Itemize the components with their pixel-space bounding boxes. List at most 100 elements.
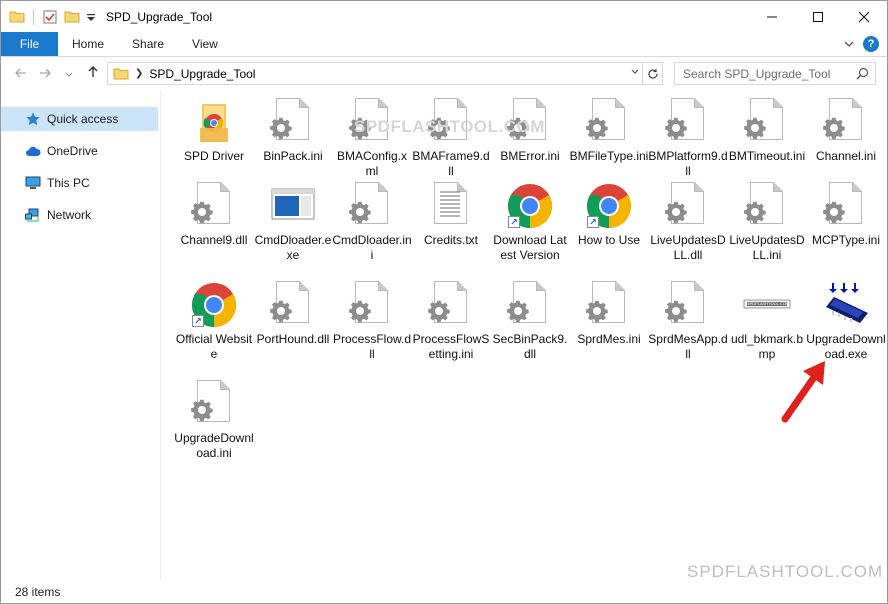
nav-item-onedrive[interactable]: OneDrive xyxy=(1,139,158,163)
toolbar-divider xyxy=(33,8,34,25)
gear-icon xyxy=(665,300,687,323)
file-name: LiveUpdatesDLL.dll xyxy=(650,233,726,262)
file-item[interactable]: UpgradeDownload.ini xyxy=(174,380,254,461)
star-icon xyxy=(25,111,41,127)
settings-file-icon xyxy=(348,182,396,230)
expand-ribbon-icon[interactable] xyxy=(843,38,855,50)
shortcut-arrow-icon: ↗ xyxy=(192,315,204,327)
settings-file-icon xyxy=(743,182,791,230)
settings-file-icon xyxy=(190,182,238,230)
gear-icon xyxy=(744,201,766,224)
address-dropdown-icon[interactable] xyxy=(630,66,640,79)
app-window-icon xyxy=(269,182,317,230)
refresh-icon[interactable] xyxy=(642,63,662,84)
file-item[interactable]: ProcessFlowSetting.ini xyxy=(411,281,491,362)
properties-icon[interactable] xyxy=(42,9,58,25)
file-name: SprdMes.ini xyxy=(577,332,641,346)
up-button[interactable] xyxy=(83,65,103,83)
address-bar[interactable]: ❯ SPD_Upgrade_Tool xyxy=(107,62,663,85)
file-item[interactable]: PortHound.dll xyxy=(253,281,333,347)
file-item[interactable]: LiveUpdatesDLL.ini xyxy=(727,182,807,263)
nav-item-quick-access[interactable]: Quick access xyxy=(1,107,158,131)
forward-button[interactable] xyxy=(35,66,55,83)
file-item[interactable]: BMPlatform9.dll xyxy=(648,98,728,179)
tab-file[interactable]: File xyxy=(1,32,58,56)
chevron-down-icon xyxy=(65,72,73,77)
settings-file-icon xyxy=(506,281,554,329)
file-name: BMAFrame9.dll xyxy=(412,149,490,178)
folder-icon xyxy=(200,104,228,142)
file-name: PortHound.dll xyxy=(256,332,330,346)
new-folder-icon[interactable] xyxy=(64,9,80,25)
file-item[interactable]: BinPack.ini xyxy=(253,98,333,164)
search-icon xyxy=(856,67,869,80)
file-name: BMFileType.ini xyxy=(569,149,649,163)
breadcrumb-current[interactable]: SPD_Upgrade_Tool xyxy=(149,67,255,81)
file-item[interactable]: ↗ Official Website xyxy=(174,281,254,362)
nav-item-label: Network xyxy=(47,208,92,222)
file-item[interactable]: ↗ Download Latest Version xyxy=(490,182,570,263)
settings-file-icon xyxy=(269,281,317,329)
recent-locations-button[interactable] xyxy=(59,66,79,82)
nav-item-label: Quick access xyxy=(47,112,119,126)
chrome-shortcut-icon: ↗ xyxy=(585,182,633,230)
search-box[interactable] xyxy=(674,62,876,85)
watermark-corner-text: SPDFLASHTOOL.COM xyxy=(687,562,884,581)
settings-file-icon xyxy=(664,281,712,329)
file-item[interactable]: BMAConfig.xml xyxy=(332,98,412,179)
quick-access-toolbar xyxy=(9,8,96,25)
file-item[interactable]: Channel9.dll xyxy=(174,182,254,248)
nav-item-label: This PC xyxy=(47,176,90,190)
gear-icon xyxy=(665,117,687,140)
gear-icon xyxy=(823,201,845,224)
file-name: BinPack.ini xyxy=(263,149,323,163)
help-icon[interactable]: ? xyxy=(863,36,879,52)
search-input[interactable] xyxy=(683,66,853,81)
file-item[interactable]: MCPType.ini xyxy=(806,182,886,248)
settings-file-icon xyxy=(348,281,396,329)
app-window-icon xyxy=(271,188,315,220)
gear-icon xyxy=(428,300,450,323)
file-item[interactable]: CmdDloader.ini xyxy=(332,182,412,263)
tab-share[interactable]: Share xyxy=(118,32,178,56)
back-button[interactable] xyxy=(11,66,31,83)
file-item[interactable]: UpgradeDownload.exe xyxy=(806,281,886,362)
file-item[interactable]: ↗ How to Use xyxy=(569,182,649,248)
tab-home[interactable]: Home xyxy=(58,32,118,56)
settings-file-icon xyxy=(743,98,791,146)
tab-view[interactable]: View xyxy=(178,32,232,56)
upgrade-chip-icon xyxy=(826,283,868,323)
network-icon xyxy=(25,207,41,223)
file-item[interactable]: ProcessFlow.dll xyxy=(332,281,412,362)
file-item[interactable]: BMAFrame9.dll xyxy=(411,98,491,179)
navigation-bar: ❯ SPD_Upgrade_Tool xyxy=(1,58,887,90)
close-button[interactable] xyxy=(841,1,887,32)
settings-file-icon xyxy=(585,98,633,146)
file-item[interactable]: SPDFLASHTOOL.COM udl_bkmark.bmp xyxy=(727,281,807,362)
file-item[interactable]: SPD Driver xyxy=(174,98,254,164)
upgrade-chip-icon xyxy=(822,281,870,329)
file-item[interactable]: Credits.txt xyxy=(411,182,491,248)
file-item[interactable]: Channel.ini xyxy=(806,98,886,164)
gear-icon xyxy=(586,300,608,323)
gear-icon xyxy=(823,117,845,140)
settings-file-icon xyxy=(427,281,475,329)
nav-item-network[interactable]: Network xyxy=(1,203,158,227)
file-item[interactable]: LiveUpdatesDLL.dll xyxy=(648,182,728,263)
file-item[interactable]: SecBinPack9.dll xyxy=(490,281,570,362)
watermark-text: SPDFLASHTOOL.COM xyxy=(354,117,545,136)
customize-toolbar-icon[interactable] xyxy=(86,9,96,25)
file-item[interactable]: SprdMes.ini xyxy=(569,281,649,347)
breadcrumb-chevron-icon[interactable]: ❯ xyxy=(135,68,143,79)
file-name: BMError.ini xyxy=(500,149,560,163)
maximize-button[interactable] xyxy=(795,1,841,32)
file-item[interactable]: CmdDloader.exe xyxy=(253,182,333,263)
gear-icon xyxy=(507,300,529,323)
file-item[interactable]: BMTimeout.ini xyxy=(727,98,807,164)
file-item[interactable]: SprdMesApp.dll xyxy=(648,281,728,362)
file-item[interactable]: BMFileType.ini xyxy=(569,98,649,164)
minimize-button[interactable] xyxy=(749,1,795,32)
file-name: CmdDloader.ini xyxy=(332,233,412,262)
file-name: Channel.ini xyxy=(815,149,877,163)
nav-item-this-pc[interactable]: This PC xyxy=(1,171,158,195)
